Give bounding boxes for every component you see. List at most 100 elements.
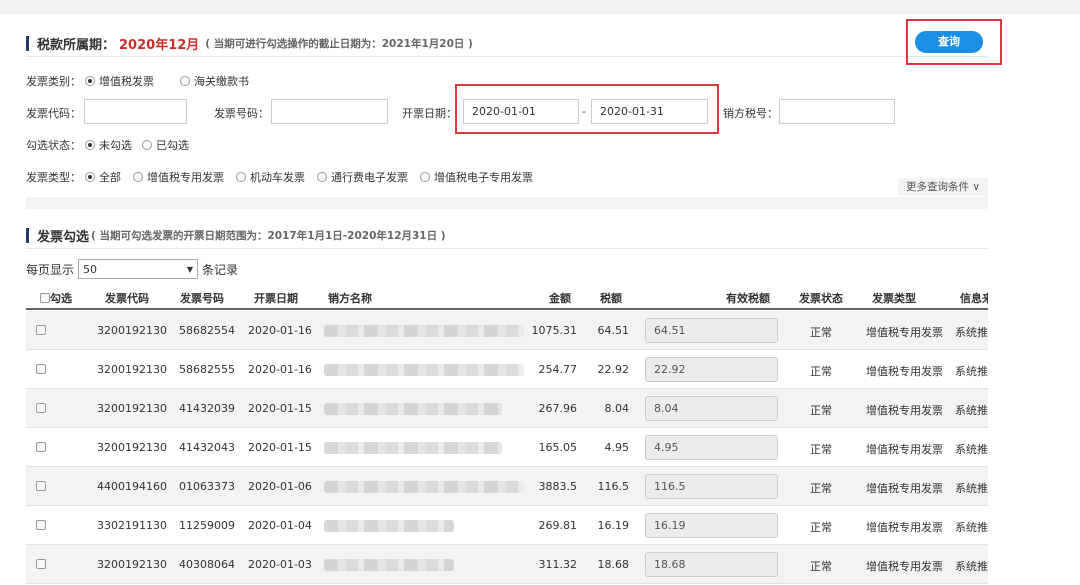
radio-dot[interactable] (85, 76, 95, 86)
radio-dot[interactable] (85, 140, 95, 150)
radio-dot[interactable] (420, 172, 430, 182)
seller-tax-id-input[interactable] (779, 99, 895, 124)
select-all-header[interactable]: 勾选 (40, 290, 72, 306)
more-conditions-toggle[interactable]: 更多查询条件 ∨ (898, 178, 988, 196)
radio-dot[interactable] (180, 76, 190, 86)
cell-tax: 116.5 (597, 480, 630, 493)
issue-date-label: 开票日期： (402, 107, 457, 120)
cell-invoice-type: 增值税专用发票 (866, 482, 943, 495)
selection-note: ( 当期可勾选发票的开票日期范围为：2017年1月1日-2020年12月31日 … (91, 230, 446, 242)
cell-status: 正常 (810, 404, 832, 417)
cell-invoice-number: 41432043 (179, 441, 235, 454)
cell-seller-name-redacted (324, 325, 524, 337)
radio-dot[interactable] (142, 140, 152, 150)
tax-period-header: 税款所属期： 2020年12月 ( 当期可进行勾选操作的截止日期为：2021年1… (26, 34, 473, 53)
row-checkbox[interactable] (36, 520, 46, 530)
cell-invoice-type: 增值税专用发票 (866, 326, 943, 339)
cell-tax: 16.19 (597, 519, 630, 532)
cell-tax: 18.68 (597, 558, 630, 571)
table-header: 勾选 发票代码 发票号码 开票日期 销方名称 金额 税额 有效税额 发票状态 发… (26, 286, 988, 310)
invoice-number-input[interactable] (271, 99, 388, 124)
radio-label: 全部 (99, 171, 121, 184)
cell-valid-tax-input[interactable]: 22.92 (645, 357, 778, 382)
tax-period-value: 2020年12月 (119, 38, 200, 53)
header-invoice-code: 发票代码 (105, 292, 149, 305)
radio-type-all[interactable]: 全部 (85, 169, 121, 185)
row-checkbox[interactable] (36, 559, 46, 569)
cell-valid-tax-input[interactable]: 18.68 (645, 552, 778, 577)
radio-dot[interactable] (236, 172, 246, 182)
row-checkbox[interactable] (36, 442, 46, 452)
cell-info-source: 系统推 (955, 404, 988, 417)
cell-status: 正常 (810, 482, 832, 495)
cell-status: 正常 (810, 326, 832, 339)
row-checkbox[interactable] (36, 364, 46, 374)
header-divider (26, 56, 988, 57)
cell-valid-tax-input[interactable]: 16.19 (645, 513, 778, 538)
row-checkbox[interactable] (36, 481, 46, 491)
cell-invoice-number: 40308064 (179, 558, 235, 571)
cell-issue-date: 2020-01-15 (248, 441, 312, 454)
cell-issue-date: 2020-01-15 (248, 402, 312, 415)
cell-issue-date: 2020-01-16 (248, 363, 312, 376)
radio-dot[interactable] (133, 172, 143, 182)
per-page-control: 每页显示 50 ▼ 条记录 (26, 259, 238, 279)
select-all-checkbox[interactable] (40, 293, 50, 303)
cell-invoice-code: 3200192130 (97, 363, 167, 376)
radio-label: 未勾选 (99, 139, 132, 152)
tax-period-note: ( 当期可进行勾选操作的截止日期为：2021年1月20日 ) (205, 38, 473, 50)
header-label: 勾选 (50, 292, 72, 305)
cell-tax: 64.51 (597, 324, 630, 337)
table-row: 4400194160 01063373 2020-01-06 3883.5 11… (26, 467, 988, 506)
row-checkbox[interactable] (36, 403, 46, 413)
tax-period-label: 税款所属期： (37, 38, 116, 53)
radio-checked[interactable]: 已勾选 (142, 137, 189, 153)
table-row: 3200192130 40308064 2020-01-03 311.32 18… (26, 545, 988, 584)
radio-type-vat-special[interactable]: 增值税专用发票 (133, 169, 224, 185)
radio-customs-form[interactable]: 海关缴款书 (180, 73, 249, 89)
invoice-type-row: 发票类型： 全部 增值税专用发票 机动车发票 通行费电子发票 增值税电子专用发票 (26, 169, 551, 185)
cell-invoice-number: 01063373 (179, 480, 235, 493)
invoice-code-input[interactable] (84, 99, 187, 124)
cell-amount: 267.96 (538, 402, 578, 415)
cell-amount: 269.81 (538, 519, 578, 532)
radio-dot[interactable] (85, 172, 95, 182)
cell-invoice-type: 增值税专用发票 (866, 404, 943, 417)
cell-info-source: 系统推 (955, 443, 988, 456)
per-page-suffix: 条记录 (202, 262, 239, 277)
header-valid-tax: 有效税额 (726, 292, 770, 305)
radio-type-vat-e-special[interactable]: 增值税电子专用发票 (420, 169, 533, 185)
selection-title: 发票勾选 (37, 230, 90, 245)
selection-header: 发票勾选 ( 当期可勾选发票的开票日期范围为：2017年1月1日-2020年12… (26, 226, 446, 245)
cell-invoice-code: 3302191130 (97, 519, 167, 532)
table-row: 3200192130 58682555 2020-01-16 254.77 22… (26, 350, 988, 389)
radio-dot[interactable] (317, 172, 327, 182)
cell-issue-date: 2020-01-06 (248, 480, 312, 493)
cell-valid-tax-input[interactable]: 4.95 (645, 435, 778, 460)
cell-issue-date: 2020-01-16 (248, 324, 312, 337)
date-highlight-box (455, 84, 719, 134)
radio-type-vehicle[interactable]: 机动车发票 (236, 169, 305, 185)
cell-info-source: 系统推 (955, 482, 988, 495)
invoice-type-label: 发票类型： (26, 171, 81, 184)
radio-label: 增值税电子专用发票 (434, 171, 533, 184)
cell-status: 正常 (810, 560, 832, 573)
table-row: 3200192130 58682554 2020-01-16 1075.31 6… (26, 311, 988, 350)
row-checkbox[interactable] (36, 325, 46, 335)
cell-seller-name-redacted (324, 559, 454, 571)
header-status: 发票状态 (799, 292, 843, 305)
cell-invoice-number: 41432039 (179, 402, 235, 415)
invoice-number-label: 发票号码： (214, 107, 269, 120)
header-seller-name: 销方名称 (328, 292, 372, 305)
cell-info-source: 系统推 (955, 521, 988, 534)
radio-type-toll[interactable]: 通行费电子发票 (317, 169, 408, 185)
radio-vat-invoice[interactable]: 增值税发票 (85, 73, 154, 89)
query-highlight-box (906, 19, 1002, 65)
cell-invoice-type: 增值税专用发票 (866, 443, 943, 456)
radio-unchecked[interactable]: 未勾选 (85, 137, 132, 153)
radio-label: 增值税发票 (99, 75, 154, 88)
per-page-select[interactable]: 50 ▼ (78, 259, 199, 279)
cell-valid-tax-input[interactable]: 116.5 (645, 474, 778, 499)
cell-valid-tax-input[interactable]: 64.51 (645, 318, 778, 343)
cell-valid-tax-input[interactable]: 8.04 (645, 396, 778, 421)
